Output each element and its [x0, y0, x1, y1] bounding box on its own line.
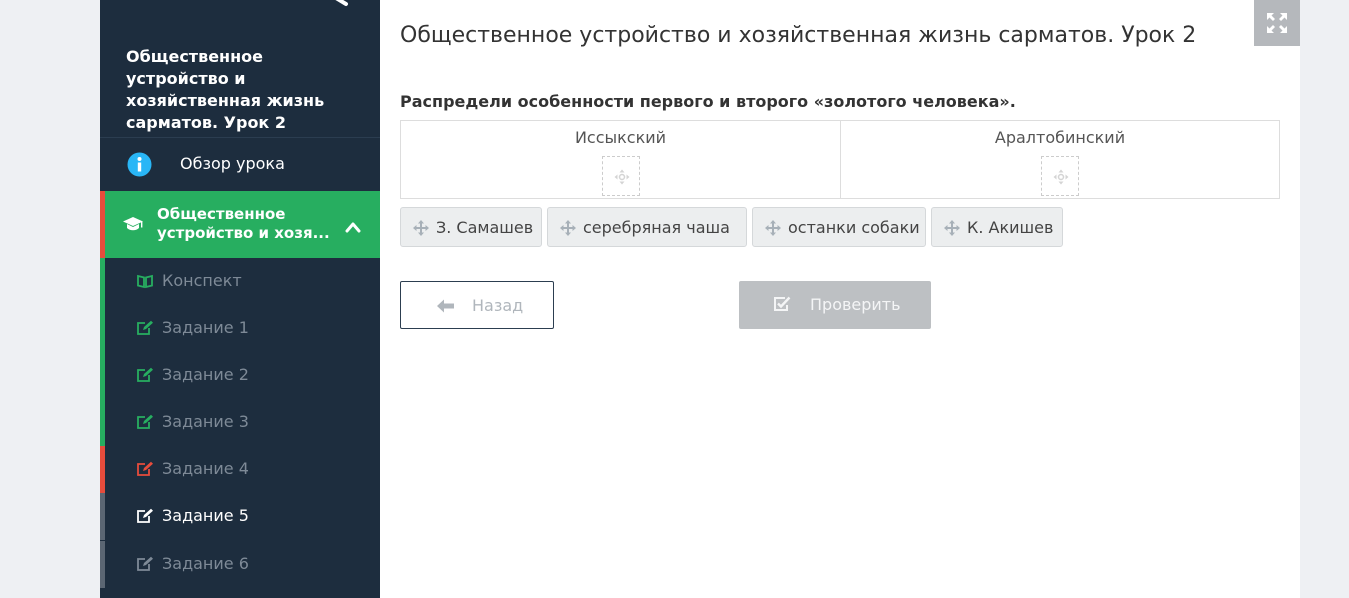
edit-icon [136, 414, 154, 430]
back-button-label: Назад [472, 296, 524, 315]
main-content: Общественное устройство и хозяйственная … [380, 0, 1300, 598]
sidebar-item-task-4[interactable]: Задание 4 [100, 446, 380, 493]
move-icon [560, 220, 576, 236]
sidebar-item-label: Задание 6 [162, 554, 249, 573]
arrow-left-icon [437, 299, 454, 313]
move-icon [1053, 169, 1069, 185]
drop-slot[interactable] [1041, 156, 1079, 196]
sidebar-item-task-6[interactable]: Задание 6 [100, 541, 380, 588]
drop-slot[interactable] [601, 156, 640, 196]
move-icon [944, 220, 960, 236]
draggable-chip[interactable]: З. Самашев [400, 207, 542, 247]
book-icon [136, 273, 154, 289]
info-icon [127, 152, 152, 177]
app-window: Общественное устройство и хозяйственная … [100, 0, 1300, 598]
sidebar-item-task-3[interactable]: Задание 3 [100, 399, 380, 446]
sidebar-item-label: Задание 3 [162, 412, 249, 431]
move-icon [413, 220, 429, 236]
check-button-label: Проверить [810, 295, 901, 314]
sidebar-item-label: Задание 2 [162, 365, 249, 384]
sidebar-item-task-5[interactable]: Задание 5 [100, 493, 380, 540]
sidebar-item-label: Задание 4 [162, 459, 249, 478]
back-button[interactable]: Назад [400, 281, 554, 329]
sidebar-item-task-2[interactable]: Задание 2 [100, 352, 380, 399]
drop-column-araltobe: Аралтобинский [840, 121, 1279, 198]
check-button[interactable]: Проверить [739, 281, 931, 329]
sidebar-item-label: Задание 1 [162, 318, 249, 337]
chip-label: серебряная чаша [583, 218, 730, 237]
back-arrow-icon[interactable] [332, 0, 362, 12]
drop-column-issyk: Иссыкский [401, 121, 840, 198]
edit-icon [136, 367, 154, 383]
chip-label: З. Самашев [436, 218, 534, 237]
sidebar-item-task-1[interactable]: Задание 1 [100, 305, 380, 352]
column-header: Иссыкский [574, 128, 667, 147]
sidebar-item-label: Конспект [162, 271, 242, 290]
edit-icon [136, 320, 154, 336]
sidebar-item-label: Обзор урока [180, 154, 285, 173]
draggable-chip[interactable]: К. Акишев [931, 207, 1063, 247]
check-square-icon [774, 296, 791, 311]
edit-icon [136, 556, 154, 572]
lesson-title: Общественное устройство и хозяйственная … [126, 47, 325, 132]
edit-icon [136, 508, 154, 524]
sidebar-module-label: Общественное устройство и хозя... [157, 205, 330, 242]
chevron-up-icon[interactable] [345, 218, 361, 233]
expand-icon [1267, 13, 1287, 33]
sidebar: Общественное устройство и хозяйственная … [100, 0, 380, 598]
sidebar-item-konspekt[interactable]: Конспект [100, 258, 380, 305]
draggable-chip[interactable]: серебряная чаша [547, 207, 747, 247]
task-instruction: Распредели особенности первого и второго… [400, 92, 1016, 111]
column-header: Аралтобинский [994, 128, 1126, 147]
drop-table: Иссыкский Аралтобинский [400, 120, 1280, 199]
page-title: Общественное устройство и хозяйственная … [400, 23, 1197, 48]
sidebar-module-current[interactable]: Общественное устройство и хозя... [100, 191, 380, 258]
chip-label: останки собаки [788, 218, 920, 237]
edit-icon [136, 461, 154, 477]
fullscreen-button[interactable] [1254, 0, 1300, 46]
draggable-chip[interactable]: останки собаки [752, 207, 926, 247]
move-icon [614, 169, 629, 185]
sidebar-item-overview[interactable]: Обзор урока [100, 138, 380, 191]
move-icon [765, 220, 781, 236]
graduation-cap-icon [122, 216, 144, 232]
chip-label: К. Акишев [967, 218, 1054, 237]
sidebar-item-label: Задание 5 [162, 506, 249, 525]
